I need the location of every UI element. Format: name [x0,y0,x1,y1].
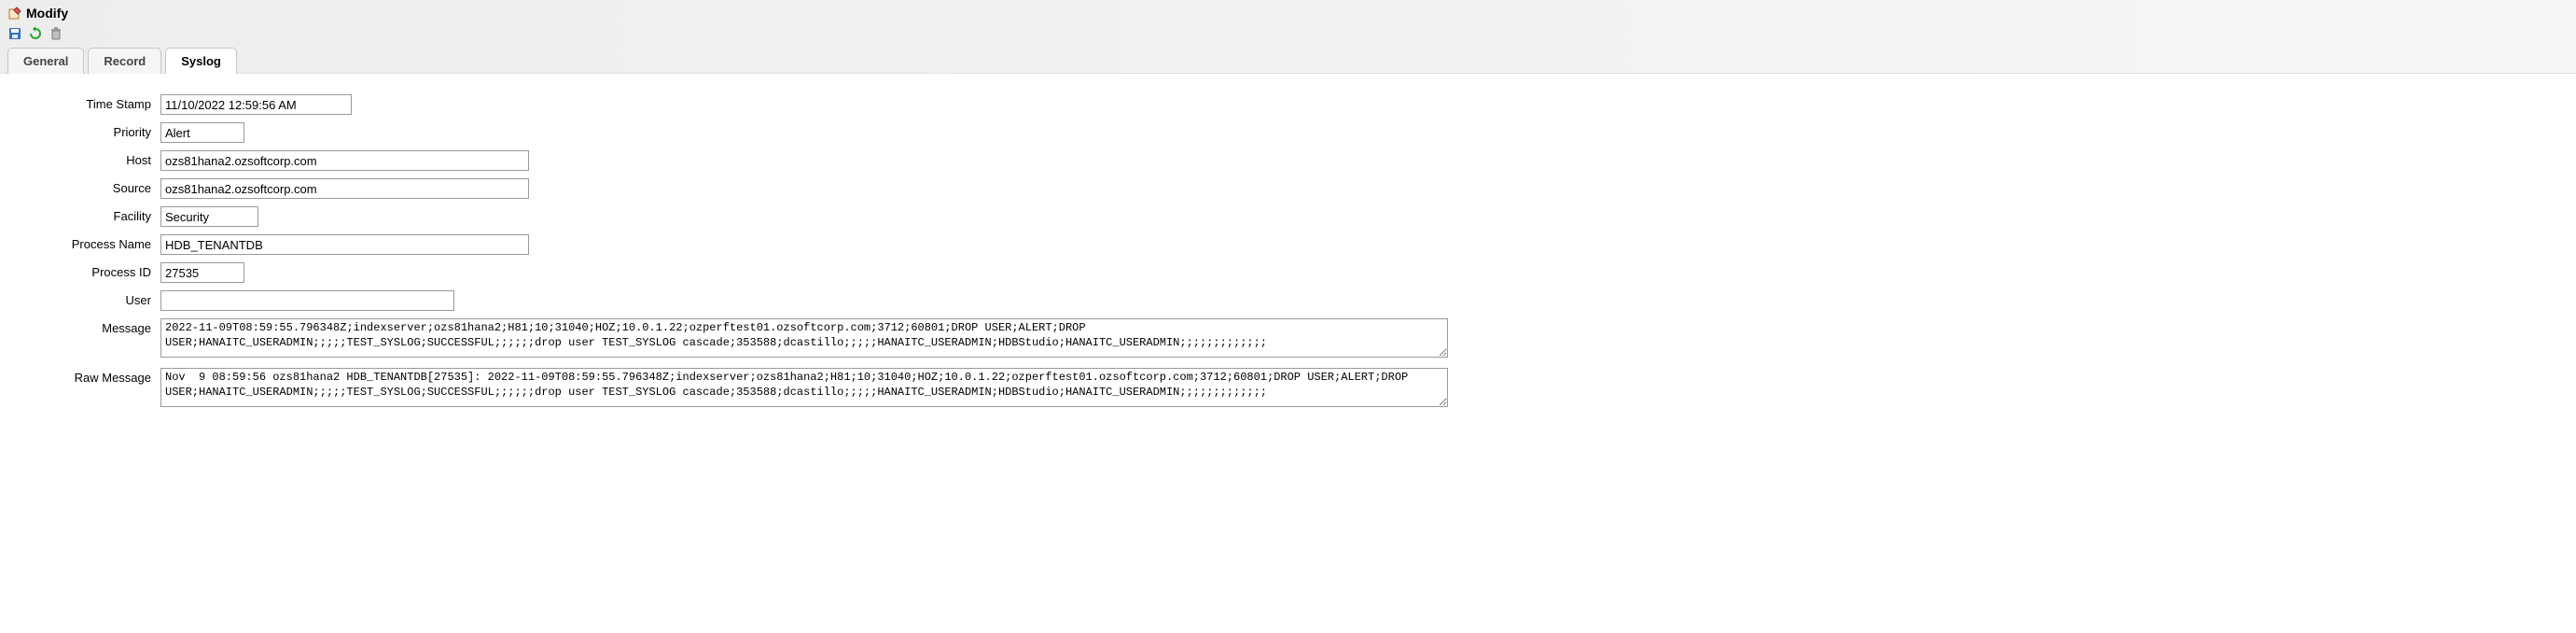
input-user[interactable] [160,290,454,311]
field-user: User [15,290,2561,311]
label-priority: Priority [15,122,160,139]
field-time-stamp: Time Stamp [15,94,2561,115]
label-user: User [15,290,160,307]
label-host: Host [15,150,160,167]
field-host: Host [15,150,2561,171]
textarea-message[interactable] [160,318,1448,358]
toolbar [7,22,2569,47]
tab-general[interactable]: General [7,48,84,74]
title-row: Modify [7,4,2569,22]
modify-icon [7,6,22,21]
save-icon[interactable] [7,26,22,41]
textarea-raw-message[interactable] [160,368,1448,407]
field-message: Message [15,318,2561,360]
tab-syslog[interactable]: Syslog [165,48,237,74]
page-header: Modify General Record Syslog [0,0,2576,74]
input-source[interactable] [160,178,529,199]
label-raw-message: Raw Message [15,368,160,385]
tab-record[interactable]: Record [88,48,161,74]
label-message: Message [15,318,160,335]
input-process-name[interactable] [160,234,529,255]
label-process-name: Process Name [15,234,160,251]
field-raw-message: Raw Message [15,368,2561,410]
refresh-icon[interactable] [28,26,43,41]
field-process-name: Process Name [15,234,2561,255]
field-source: Source [15,178,2561,199]
form-content: Time Stamp Priority Host Source Facility… [0,74,2576,432]
field-facility: Facility [15,206,2561,227]
label-time-stamp: Time Stamp [15,94,160,111]
page-title: Modify [26,6,68,21]
tabs: General Record Syslog [7,48,2569,74]
field-process-id: Process ID [15,262,2561,283]
label-source: Source [15,178,160,195]
input-time-stamp[interactable] [160,94,352,115]
input-process-id[interactable] [160,262,244,283]
input-host[interactable] [160,150,529,171]
field-priority: Priority [15,122,2561,143]
delete-icon[interactable] [49,26,63,41]
input-priority[interactable] [160,122,244,143]
input-facility[interactable] [160,206,258,227]
label-process-id: Process ID [15,262,160,279]
label-facility: Facility [15,206,160,223]
